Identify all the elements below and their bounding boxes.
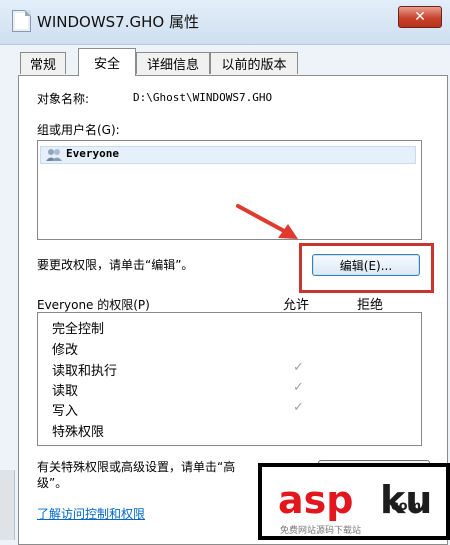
permission-write: 写入 — [52, 404, 79, 419]
allow-column-header: 允许 — [283, 298, 310, 313]
allow-check-icon: ✓ — [293, 380, 304, 395]
watermark-brand-red: asp — [278, 478, 354, 522]
left-scroll-edge — [0, 470, 15, 540]
window-title: WINDOWS7.GHO 属性 — [37, 13, 199, 31]
advanced-hint-line-1: 有关特殊权限或高级设置，请单击“高 — [37, 460, 236, 474]
user-name-everyone: Everyone — [66, 147, 119, 160]
users-icon — [46, 149, 62, 161]
allow-check-icon: ✓ — [293, 360, 304, 375]
permission-full-control: 完全控制 — [52, 322, 105, 337]
permission-read-execute: 读取和执行 — [52, 364, 118, 379]
permission-modify: 修改 — [52, 343, 79, 358]
permissions-label: Everyone 的权限(P) — [37, 298, 150, 312]
object-name-label: 对象名称: — [37, 92, 90, 106]
permission-special: 特殊权限 — [52, 425, 105, 440]
arrow-pointer-icon — [236, 204, 298, 239]
file-icon — [12, 10, 31, 32]
watermark-logo: asp ku .com 免费网站源码下载站 — [258, 463, 450, 540]
edit-button[interactable]: 编辑(E)... — [312, 254, 420, 276]
close-button[interactable]: ✕ — [398, 6, 442, 28]
tab-details[interactable]: 详细信息 — [136, 52, 210, 74]
watermark-domain: .com — [386, 499, 422, 514]
edit-hint-text: 要更改权限，请单击“编辑”。 — [37, 258, 194, 272]
watermark-tagline: 免费网站源码下载站 — [280, 526, 362, 536]
deny-column-header: 拒绝 — [357, 298, 384, 313]
permission-read: 读取 — [52, 384, 79, 399]
learn-access-control-link[interactable]: 了解访问控制和权限 — [37, 505, 145, 522]
groups-label: 组或用户名(G): — [37, 123, 120, 137]
tab-general[interactable]: 常规 — [20, 52, 66, 74]
advanced-hint-line-2: 级”。 — [37, 476, 68, 490]
tab-security[interactable]: 安全 — [78, 48, 136, 76]
allow-check-icon: ✓ — [293, 400, 304, 415]
object-name-value: D:\Ghost\WINDOWS7.GHO — [133, 91, 273, 104]
tab-previous-versions[interactable]: 以前的版本 — [210, 52, 298, 74]
